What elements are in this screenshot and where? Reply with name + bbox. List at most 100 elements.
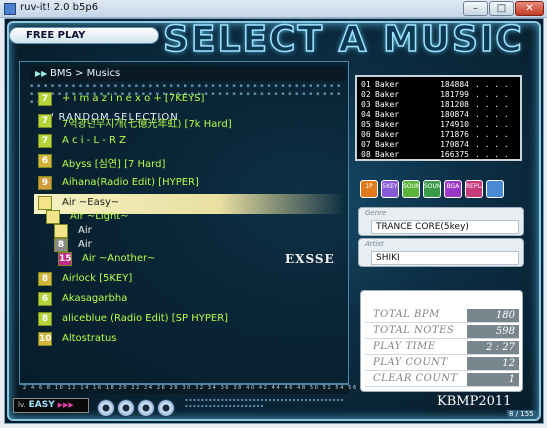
difficulty-value: EASY xyxy=(28,400,55,410)
stat-value: 12 xyxy=(467,357,519,370)
option-button[interactable]: BGA xyxy=(444,180,462,198)
score-value: 181799 xyxy=(440,90,469,99)
breadcrumb-text: BMS > Musics xyxy=(50,68,121,79)
ranking-row: 04 Baker 180874 . . . . xyxy=(361,110,509,119)
stat-value: 1 xyxy=(467,373,519,386)
genre-label: Genre xyxy=(365,209,387,217)
stat-row: TOTAL NOTES 598 xyxy=(365,325,519,339)
difficulty-selector[interactable]: lv. EASY ▶▶▶ xyxy=(13,398,89,413)
ranking-panel: 01 Baker 184884 . . . . 02 Baker 181799 . . . .… xyxy=(355,75,522,161)
score-value: 180874 xyxy=(440,110,469,119)
player-name: Baker xyxy=(375,130,400,139)
option-button[interactable]: REPLAY xyxy=(465,180,483,198)
song-title: Air xyxy=(78,225,92,236)
stat-row: PLAY COUNT 12 xyxy=(365,357,519,371)
score-value: 166375 xyxy=(440,150,469,159)
option-button[interactable]: 5KEY xyxy=(381,180,399,198)
stat-label: TOTAL BPM xyxy=(373,309,440,320)
score-value: 170874 xyxy=(440,140,469,149)
option-button[interactable]: SOUND xyxy=(402,180,420,198)
kbmp-logo: KBMP2011 xyxy=(437,394,512,409)
player-name: Baker xyxy=(375,150,400,159)
page-title: SELECT A MUSIC xyxy=(162,19,524,61)
artist-box: Artist SHIKI xyxy=(358,238,524,267)
option-button[interactable] xyxy=(486,180,504,198)
rank-number: 05 xyxy=(361,120,371,129)
rank-number: 06 xyxy=(361,130,371,139)
disc-icon[interactable] xyxy=(117,399,135,417)
stat-row: TOTAL BPM 180 xyxy=(365,309,519,323)
option-button[interactable]: 1P xyxy=(360,180,378,198)
disc-icon[interactable] xyxy=(137,399,155,417)
song-row[interactable]: 7 + i m a z i n e x o + [7KEYS] xyxy=(34,90,344,110)
level-badge: 8 xyxy=(38,312,52,326)
song-title: 7억광년무지개(七億光年虹) [7k Hard] xyxy=(62,119,232,130)
rank-tail: . . . . xyxy=(475,130,509,139)
maximize-button[interactable]: □ xyxy=(489,1,514,16)
song-row[interactable]: 8 aliceblue (Radio Edit) [SP HYPER] xyxy=(34,310,344,330)
decorative-text: ▪ ▪ ▪ ▪ ▪ ▪ ▪ ▪ ▪ ▪ ▪ ▪ ▪ ▪ ▪ ▪ ▪ ▪ ▪ ▪ … xyxy=(185,397,344,408)
level-badge: 7 xyxy=(38,134,52,148)
ranking-row: 05 Baker 174910 . . . . xyxy=(361,120,509,129)
score-value: 171876 xyxy=(440,130,469,139)
arrow-icon: ▶▶▶ xyxy=(57,401,74,409)
song-row[interactable]: 8 Airlock [5KEY] xyxy=(34,270,344,290)
level-badge: 10 xyxy=(38,332,52,346)
window-title: ruv-it! 2.0 b5p6 xyxy=(20,2,99,13)
player-name: Baker xyxy=(375,110,400,119)
player-name: Baker xyxy=(375,90,400,99)
artist-label: Artist xyxy=(365,240,384,248)
level-badge: 6 xyxy=(38,154,52,168)
player-name: Baker xyxy=(375,80,400,89)
song-row[interactable]: 7 7억광년무지개(七億光年虹) [7k Hard] xyxy=(34,112,344,132)
rank-tail: . . . . xyxy=(475,120,509,129)
song-title: Airlock [5KEY] xyxy=(62,273,133,284)
stat-label: PLAY COUNT xyxy=(373,357,448,368)
ranking-row: 08 Baker 166375 . . . . xyxy=(361,150,509,159)
stat-label: PLAY TIME xyxy=(373,341,436,352)
song-row[interactable]: 7 A c i - L - R Z xyxy=(34,132,344,152)
option-button[interactable]: SOUND xyxy=(423,180,441,198)
song-row[interactable]: 6 Abyss [심연] [7 Hard] xyxy=(34,152,344,172)
minimize-button[interactable]: – xyxy=(463,1,488,16)
rank-number: 08 xyxy=(361,150,371,159)
rank-tail: . . . . xyxy=(475,80,509,89)
game-canvas: FREE PLAY SELECT A MUSIC ▶▶ BMS > Musics… xyxy=(4,18,544,424)
page-indicator: 8 / 155 xyxy=(507,410,536,418)
song-banner: EXSSE xyxy=(285,252,335,266)
song-row[interactable]: 10 Altostratus xyxy=(34,330,344,350)
song-title: aliceblue (Radio Edit) [SP HYPER] xyxy=(62,313,229,324)
app-icon xyxy=(4,3,16,15)
rank-number: 07 xyxy=(361,140,371,149)
ranking-row: 03 Baker 181208 . . . . xyxy=(361,100,509,109)
close-button[interactable]: ✕ xyxy=(515,1,544,16)
song-title: Air ~Another~ xyxy=(82,253,156,264)
player-name: Baker xyxy=(375,100,400,109)
song-title: Altostratus xyxy=(62,333,117,344)
level-badge: 9 xyxy=(38,176,52,190)
level-prefix: lv. xyxy=(18,401,26,409)
song-row[interactable]: 6 Akasagarbha xyxy=(34,290,344,310)
disc-icon[interactable] xyxy=(157,399,175,417)
song-title: Aihana(Radio Edit) [HYPER] xyxy=(62,177,199,188)
rank-number: 04 xyxy=(361,110,371,119)
score-value: 174910 xyxy=(440,120,469,129)
song-title: A c i - L - R Z xyxy=(62,135,126,146)
song-title: Air ~Light~ xyxy=(70,211,129,222)
genre-value: TRANCE CORE(5key) xyxy=(371,220,519,234)
ranking-row: 07 Baker 170874 . . . . xyxy=(361,140,509,149)
song-title: Air xyxy=(78,239,92,250)
arrow-icon: ▶▶ xyxy=(35,69,48,78)
rank-number: 01 xyxy=(361,80,371,89)
rank-tail: . . . . xyxy=(475,100,509,109)
score-value: 181208 xyxy=(440,100,469,109)
score-value: 184884 xyxy=(440,80,469,89)
song-row[interactable]: 9 Aihana(Radio Edit) [HYPER] xyxy=(34,174,344,194)
ranking-row: 02 Baker 181799 . . . . xyxy=(361,90,509,99)
scroll-strip[interactable]: 2 4 6 8 10 12 14 16 18 20 22 24 26 28 30… xyxy=(19,384,458,394)
rank-number: 03 xyxy=(361,100,371,109)
song-title: Akasagarbha xyxy=(62,293,128,304)
rank-number: 02 xyxy=(361,90,371,99)
stat-value: 2 : 27 xyxy=(467,341,519,354)
disc-icon[interactable] xyxy=(97,399,115,417)
